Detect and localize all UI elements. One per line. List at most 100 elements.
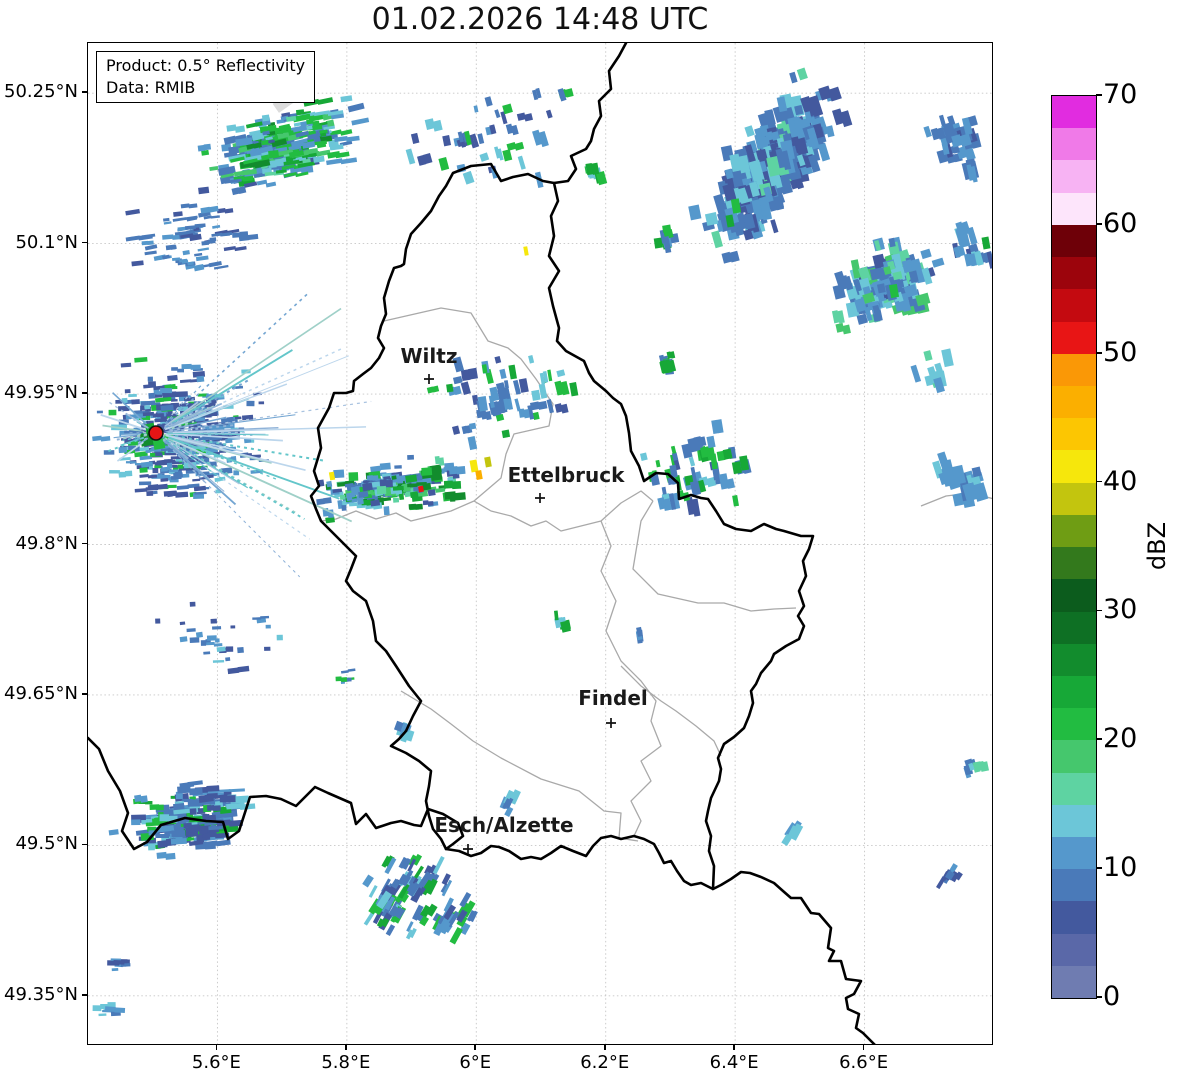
colorbar-tick-mark <box>1096 996 1102 998</box>
colorbar-tick-mark <box>1096 94 1102 96</box>
echo-cell <box>323 497 332 504</box>
echo-cell <box>234 795 249 804</box>
y-tick-mark <box>82 392 87 394</box>
echo-cell <box>841 324 851 335</box>
x-tick-label: 6.4°E <box>709 1052 759 1073</box>
echo-cell <box>225 657 231 662</box>
echo-cell <box>155 618 161 624</box>
echo-cell <box>96 410 103 414</box>
x-tick-mark <box>603 1045 606 1050</box>
echo-cell <box>247 233 259 240</box>
echo-cell <box>108 409 117 416</box>
echo-cell <box>111 967 119 972</box>
colorbar-tick-mark <box>1096 351 1102 354</box>
echo-cell <box>340 95 353 103</box>
echo-cell <box>438 156 450 171</box>
internal-border <box>473 490 654 532</box>
echo-cluster-spot-w1 <box>335 668 356 684</box>
echo-cell <box>510 124 519 136</box>
colorbar-segment <box>1052 192 1096 225</box>
echo-cell <box>172 464 178 468</box>
echo-cell <box>194 223 206 228</box>
echo-cell <box>639 452 648 461</box>
city-label: Ettelbruck <box>508 463 625 487</box>
echo-cell <box>201 240 210 246</box>
echo-cell <box>452 425 461 435</box>
colorbar-tick-label: 70 <box>1103 79 1138 110</box>
echo-cell <box>189 787 203 796</box>
echo-cell <box>227 667 240 675</box>
colorbar-tick-mark <box>1096 609 1102 612</box>
echo-cell <box>190 824 200 830</box>
echo-cell <box>155 452 163 457</box>
echo-cell <box>194 491 207 495</box>
echo-cell <box>655 459 661 468</box>
echo-cell <box>462 170 475 185</box>
x-tick-label: 6°E <box>459 1052 492 1073</box>
grid-layer <box>88 43 992 1044</box>
echo-cell <box>392 497 400 503</box>
echo-cell <box>347 668 356 672</box>
colorbar-segment <box>1052 128 1096 161</box>
echo-cell <box>147 240 154 246</box>
colorbar-tick-label: 50 <box>1103 336 1138 368</box>
colorbar-tick-mark <box>1096 867 1102 869</box>
echo-cell <box>166 462 173 469</box>
echo-cell-special <box>981 236 991 250</box>
colorbar-segment <box>1052 96 1096 129</box>
echo-cell <box>265 624 271 629</box>
echo-cell <box>100 436 111 442</box>
echo-cell <box>560 403 569 414</box>
echo-cell <box>162 234 174 240</box>
echo-cell <box>688 456 696 467</box>
y-tick-label: 49.8°N <box>15 532 78 554</box>
echo-cluster-spot-c2 <box>635 626 644 644</box>
cities-layer: Wiltz Ettelbruck Findel Esch/Alzette <box>401 344 648 854</box>
echo-cell <box>179 781 195 789</box>
internal-border <box>600 520 662 837</box>
echo-cell <box>484 96 493 107</box>
echo-cell <box>124 389 131 394</box>
x-tick-mark <box>474 1045 477 1050</box>
radar-spoke <box>121 432 142 435</box>
echo-cell <box>170 837 187 845</box>
colorbar-segment <box>1052 643 1096 676</box>
echo-cluster-ne-mid <box>831 236 945 335</box>
echo-cell <box>114 1007 126 1014</box>
echo-cell <box>138 481 152 486</box>
echo-cell <box>165 852 176 860</box>
echo-cluster-ne-main <box>688 67 853 264</box>
echo-cell <box>454 492 466 501</box>
echo-cell <box>160 478 169 482</box>
radar-spoke <box>171 349 293 424</box>
echo-cell <box>446 383 454 393</box>
echo-cell <box>169 469 179 473</box>
echo-cell <box>452 375 463 385</box>
internal-border <box>620 665 722 757</box>
echo-cell <box>432 119 443 132</box>
echo-cell <box>143 384 155 389</box>
colorbar-segment <box>1052 257 1096 290</box>
echo-cell <box>335 676 342 682</box>
colorbar-segment <box>1052 740 1096 773</box>
x-tick-label: 5.6°E <box>191 1052 241 1073</box>
echo-cell <box>569 381 579 397</box>
echo-cell <box>212 224 221 229</box>
city-marker <box>606 718 616 728</box>
echo-cell <box>326 158 343 166</box>
echo-cell <box>193 263 205 272</box>
echo-cell <box>181 363 192 370</box>
echo-cell <box>268 149 280 159</box>
internal-borders <box>320 307 992 842</box>
colorbar-segment <box>1052 482 1096 515</box>
echo-cell <box>156 851 167 859</box>
echo-cell <box>167 374 178 382</box>
echo-cell <box>206 785 220 792</box>
colorbar-tick-label: 20 <box>1103 723 1138 755</box>
echo-cell <box>518 378 529 393</box>
internal-border <box>632 500 797 612</box>
echo-cell <box>239 231 249 237</box>
echo-cell <box>494 355 502 364</box>
radar-product-page: 01.02.2026 14:48 UTC Wiltz Ettelbruck Find… <box>0 0 1184 1081</box>
echo-cell <box>182 250 190 256</box>
